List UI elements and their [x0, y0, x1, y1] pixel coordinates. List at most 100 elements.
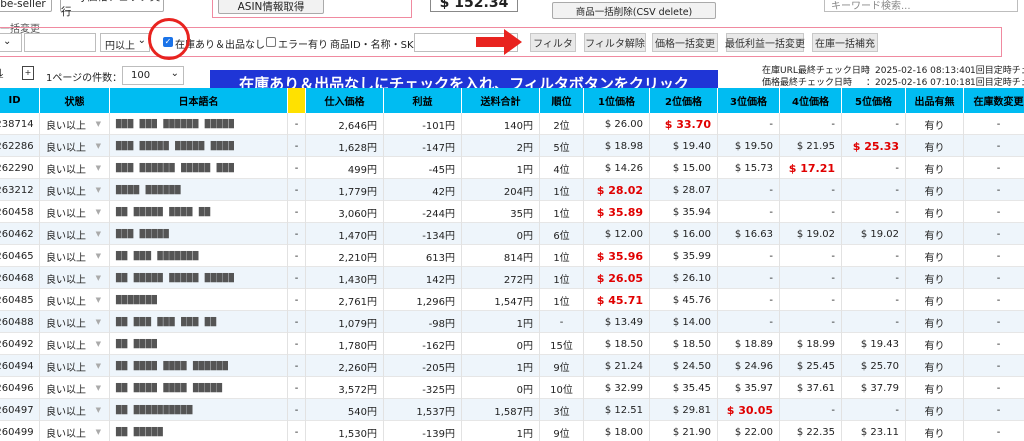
filter-button[interactable]: フィルタ [530, 33, 576, 52]
cell-listed: 有り [906, 157, 964, 179]
table-row[interactable]: 262290良い以上▼▇▇▇ ▇▇▇▇▇▇ ▇▇▇▇▇ ▇▇▇-499円-45円… [0, 157, 1024, 179]
column-header-profit[interactable]: 利益 [384, 88, 462, 113]
cell-dash: - [288, 135, 306, 157]
column-header-cost[interactable]: 仕入価格 [306, 88, 384, 113]
cell-id[interactable]: 260488 [0, 311, 40, 333]
column-header-p1[interactable]: 1位価格 [584, 88, 650, 113]
table-row[interactable]: 238714良い以上▼▇▇▇ ▇▇▇ ▇▇▇▇▇▇ ▇▇▇▇▇-2,646円-1… [0, 113, 1024, 135]
cell-status[interactable]: 良い以上 ▼ [40, 355, 110, 377]
filter-clear-button[interactable]: フィルタ解除 [584, 33, 646, 52]
cell-status[interactable]: 良い以上 ▼ [40, 157, 110, 179]
cell-p5: - [842, 201, 906, 223]
cell-title[interactable]: ▇▇▇ ▇▇▇ ▇▇▇▇▇▇ ▇▇▇▇▇ [110, 113, 288, 135]
file-export-icon[interactable]: + [22, 66, 34, 80]
ebay-check-button[interactable]: ebay価格チェック実行 [60, 0, 164, 18]
stock-bulk-fill-button[interactable]: 在庫一括補充 [812, 33, 878, 52]
table-row[interactable]: 260468良い以上▼▇▇ ▇▇▇▇▇ ▇▇▇▇▇ ▇▇▇▇▇-1,430円14… [0, 267, 1024, 289]
cell-id[interactable]: 238714 [0, 113, 40, 135]
table-row[interactable]: 263212良い以上▼▇▇▇▇ ▇▇▇▇▇▇-1,779円42円204円1位$ … [0, 179, 1024, 201]
cell-id[interactable]: 263212 [0, 179, 40, 201]
table-row[interactable]: 260465良い以上▼▇▇ ▇▇▇ ▇▇▇▇▇▇▇-2,210円613円814円… [0, 245, 1024, 267]
min-profit-bulk-change-button[interactable]: 最低利益一括変更 [725, 33, 805, 52]
cell-p1: $ 21.24 [584, 355, 650, 377]
cell-title[interactable]: ▇▇▇▇ ▇▇▇▇▇▇ [110, 179, 288, 201]
cell-title[interactable]: ▇▇ ▇▇▇▇▇▇▇▇▇▇ [110, 399, 288, 421]
cell-title[interactable]: ▇▇ ▇▇▇▇ ▇▇▇▇ ▇▇▇▇▇▇ [110, 355, 288, 377]
cell-id[interactable]: 260465 [0, 245, 40, 267]
cell-status[interactable]: 良い以上 ▼ [40, 223, 110, 245]
price-bulk-change-button[interactable]: 価格一括変更 [652, 33, 718, 52]
cell-status[interactable]: 良い以上 ▼ [40, 267, 110, 289]
download-icon[interactable]: ⤓ [0, 66, 10, 80]
condition-select[interactable]: ⌄ [0, 33, 22, 52]
cell-id[interactable]: 260497 [0, 399, 40, 421]
beseller-button[interactable]: be-seller [0, 0, 52, 12]
cell-title[interactable]: ▇▇ ▇▇▇▇▇ [110, 421, 288, 441]
cell-title[interactable]: ▇▇ ▇▇▇▇▇ ▇▇▇▇▇ ▇▇▇▇▇ [110, 267, 288, 289]
cell-status[interactable]: 良い以上 ▼ [40, 135, 110, 157]
cell-id[interactable]: 260468 [0, 267, 40, 289]
table-row[interactable]: 260494良い以上▼▇▇ ▇▇▇▇ ▇▇▇▇ ▇▇▇▇▇▇-2,260円-20… [0, 355, 1024, 377]
cell-status[interactable]: 良い以上 ▼ [40, 179, 110, 201]
column-header-p2[interactable]: 2位価格 [650, 88, 718, 113]
table-row[interactable]: 260499良い以上▼▇▇ ▇▇▇▇▇-1,530円-139円1円9位$ 18.… [0, 421, 1024, 441]
cell-id[interactable]: 260485 [0, 289, 40, 311]
cell-status[interactable]: 良い以上 ▼ [40, 245, 110, 267]
cell-title[interactable]: ▇▇▇▇▇▇▇ [110, 289, 288, 311]
cell-title[interactable]: ▇▇ ▇▇▇▇▇ ▇▇▇▇ ▇▇ [110, 201, 288, 223]
column-header-listed[interactable]: 出品有無 [906, 88, 964, 113]
table-row[interactable]: 260492良い以上▼▇▇ ▇▇▇▇-1,780円-162円0円15位$ 18.… [0, 333, 1024, 355]
cell-id[interactable]: 262286 [0, 135, 40, 157]
cell-title[interactable]: ▇▇ ▇▇▇▇ ▇▇▇▇ ▇▇▇▇▇ [110, 377, 288, 399]
cell-title[interactable]: ▇▇▇ ▇▇▇▇▇▇ ▇▇▇▇▇ ▇▇▇ [110, 157, 288, 179]
cell-id[interactable]: 260492 [0, 333, 40, 355]
table-row[interactable]: 260458良い以上▼▇▇ ▇▇▇▇▇ ▇▇▇▇ ▇▇-3,060円-244円3… [0, 201, 1024, 223]
cell-cost: 2,260円 [306, 355, 384, 377]
column-header-ship[interactable]: 送料合計 [462, 88, 540, 113]
cell-id[interactable]: 260499 [0, 421, 40, 441]
cell-status[interactable]: 良い以上 ▼ [40, 289, 110, 311]
cell-id[interactable]: 260458 [0, 201, 40, 223]
column-header-dash[interactable] [288, 88, 306, 113]
cell-title[interactable]: ▇▇ ▇▇▇ ▇▇▇ ▇▇▇ ▇▇ [110, 311, 288, 333]
table-row[interactable]: 260496良い以上▼▇▇ ▇▇▇▇ ▇▇▇▇ ▇▇▇▇▇-3,572円-325… [0, 377, 1024, 399]
column-header-p3[interactable]: 3位価格 [718, 88, 780, 113]
per-page-select[interactable]: 100 ⌄ [122, 66, 184, 85]
column-header-stock[interactable]: 在庫数変更 [964, 88, 1024, 113]
table-row[interactable]: 260497良い以上▼▇▇ ▇▇▇▇▇▇▇▇▇▇-540円1,537円1,587… [0, 399, 1024, 421]
column-header-rank[interactable]: 順位 [540, 88, 584, 113]
cell-title[interactable]: ▇▇▇ ▇▇▇▇▇ [110, 223, 288, 245]
table-row[interactable]: 260485良い以上▼▇▇▇▇▇▇▇-2,761円1,296円1,547円1位$… [0, 289, 1024, 311]
column-header-status[interactable]: 状態 [40, 88, 110, 113]
column-header-id[interactable]: ID [0, 88, 40, 113]
cell-id[interactable]: 260496 [0, 377, 40, 399]
table-row[interactable]: 260488良い以上▼▇▇ ▇▇▇ ▇▇▇ ▇▇▇ ▇▇-1,079円-98円1… [0, 311, 1024, 333]
asin-fetch-button[interactable]: ASIN情報取得 [218, 0, 324, 14]
keyword-search-input[interactable]: キーワード検索... [824, 0, 1018, 12]
column-header-p4[interactable]: 4位価格 [780, 88, 842, 113]
bulk-delete-csv-button[interactable]: 商品一括削除(CSV delete) [552, 2, 716, 19]
cell-status[interactable]: 良い以上 ▼ [40, 421, 110, 441]
cell-status[interactable]: 良い以上 ▼ [40, 311, 110, 333]
cell-status[interactable]: 良い以上 ▼ [40, 399, 110, 421]
min-price-input[interactable] [24, 33, 96, 52]
cell-stock: - [964, 157, 1024, 179]
cell-p3: $ 30.05 [718, 399, 780, 421]
cell-title[interactable]: ▇▇ ▇▇▇ ▇▇▇▇▇▇▇ [110, 245, 288, 267]
unit-select[interactable]: 円以上 ⌄ [100, 33, 150, 52]
cell-p2: $ 19.40 [650, 135, 718, 157]
cell-id[interactable]: 260462 [0, 223, 40, 245]
error-checkbox[interactable] [266, 37, 276, 47]
cell-status[interactable]: 良い以上 ▼ [40, 201, 110, 223]
cell-status[interactable]: 良い以上 ▼ [40, 377, 110, 399]
cell-title[interactable]: ▇▇▇ ▇▇▇▇▇ ▇▇▇▇▇ ▇▇▇▇ [110, 135, 288, 157]
table-row[interactable]: 262286良い以上▼▇▇▇ ▇▇▇▇▇ ▇▇▇▇▇ ▇▇▇▇-1,628円-1… [0, 135, 1024, 157]
cell-id[interactable]: 262290 [0, 157, 40, 179]
column-header-p5[interactable]: 5位価格 [842, 88, 906, 113]
cell-title[interactable]: ▇▇ ▇▇▇▇ [110, 333, 288, 355]
cell-status[interactable]: 良い以上 ▼ [40, 333, 110, 355]
cell-id[interactable]: 260494 [0, 355, 40, 377]
cell-status[interactable]: 良い以上 ▼ [40, 113, 110, 135]
column-header-title[interactable]: 日本語名 [110, 88, 288, 113]
table-row[interactable]: 260462良い以上▼▇▇▇ ▇▇▇▇▇-1,470円-134円0円6位$ 12… [0, 223, 1024, 245]
